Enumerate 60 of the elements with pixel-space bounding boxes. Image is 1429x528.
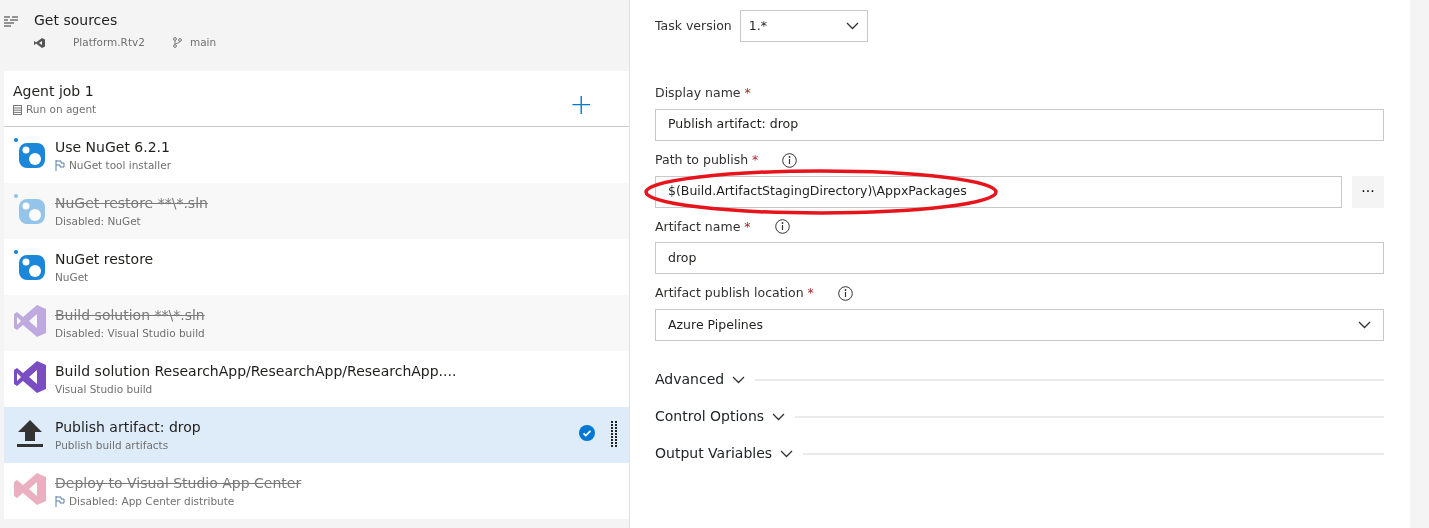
field-label: Artifact name * xyxy=(655,217,751,236)
task-name: NuGet restore **\*.sln xyxy=(55,194,209,213)
browse-button[interactable]: ··· xyxy=(1352,175,1384,208)
chevron-down-icon xyxy=(780,449,794,458)
drag-handle-icon[interactable] xyxy=(611,421,617,449)
check-circle-icon xyxy=(579,425,595,441)
info-icon[interactable] xyxy=(837,286,853,302)
task-subtitle: Disabled: Visual Studio build xyxy=(55,326,205,341)
task-subtitle: Disabled: App Center distribute xyxy=(69,494,235,509)
chevron-down-icon xyxy=(732,375,746,384)
section-toggle[interactable]: Control Options xyxy=(655,406,786,427)
branch-name: main xyxy=(189,35,217,50)
task-name: Deploy to Visual Studio App Center xyxy=(55,474,303,493)
task-subtitle: NuGet xyxy=(55,270,89,285)
job-subtitle: Run on agent xyxy=(26,102,97,117)
location-dropdown[interactable]: Azure Pipelines xyxy=(655,309,1384,341)
source-title[interactable]: Get sources xyxy=(34,10,217,31)
add-task-button[interactable]: + xyxy=(569,83,593,126)
job-title[interactable]: Agent job 1 xyxy=(13,81,97,102)
branch-icon xyxy=(172,37,182,49)
task-subtitle: Publish build artifacts xyxy=(55,438,169,453)
task-name: NuGet restore xyxy=(55,250,155,269)
field-label: Path to publish * xyxy=(655,150,759,169)
flag-icon xyxy=(55,160,65,172)
nuget-icon xyxy=(13,193,47,225)
visual-studio-icon xyxy=(13,305,47,337)
text-field[interactable]: Publish artifact: drop xyxy=(655,108,1384,141)
task-subtitle: NuGet tool installer xyxy=(69,158,171,173)
flag-icon xyxy=(55,496,65,508)
nuget-icon xyxy=(13,137,47,169)
task-row[interactable]: Use NuGet 6.2.1 NuGet tool installer xyxy=(4,127,629,183)
text-field[interactable]: $(Build.ArtifactStagingDirectory)\AppxPackages xyxy=(655,175,1342,208)
list-icon xyxy=(4,16,18,28)
info-icon[interactable] xyxy=(782,152,798,168)
chevron-down-icon xyxy=(1358,321,1371,329)
text-field[interactable]: drop xyxy=(655,242,1384,275)
section-toggle[interactable]: Output Variables xyxy=(655,443,794,464)
task-row[interactable]: Build solution ResearchApp/ResearchApp/ResearchApp.... Visual Studio build xyxy=(4,351,629,407)
task-name: Build solution **\*.sln xyxy=(55,306,206,325)
version-dropdown[interactable]: 1.* xyxy=(739,10,868,42)
task-name: Publish artifact: drop xyxy=(55,418,202,437)
task-subtitle: Visual Studio build xyxy=(55,382,153,397)
visual-studio-icon xyxy=(13,361,47,393)
field-label: Task version xyxy=(655,16,732,35)
field-label: Artifact publish location * xyxy=(655,284,814,303)
visual-studio-icon xyxy=(34,37,45,48)
app-center-icon xyxy=(13,473,47,505)
chevron-down-icon xyxy=(845,22,859,30)
repository-name: Platform.Rtv2 xyxy=(73,35,145,50)
info-icon[interactable] xyxy=(774,219,790,235)
nuget-icon xyxy=(13,249,47,281)
server-icon xyxy=(13,104,22,115)
task-row[interactable]: Publish artifact: drop Publish build artifacts xyxy=(4,407,629,463)
chevron-down-icon xyxy=(772,412,786,421)
task-name: Use NuGet 6.2.1 xyxy=(55,138,171,157)
task-row[interactable]: NuGet restore NuGet xyxy=(4,239,629,295)
task-name: Build solution ResearchApp/ResearchApp/ResearchApp.... xyxy=(55,362,458,381)
section-toggle[interactable]: Advanced xyxy=(655,369,746,390)
task-subtitle: Disabled: NuGet xyxy=(55,214,141,229)
field-label: Display name * xyxy=(655,84,751,102)
